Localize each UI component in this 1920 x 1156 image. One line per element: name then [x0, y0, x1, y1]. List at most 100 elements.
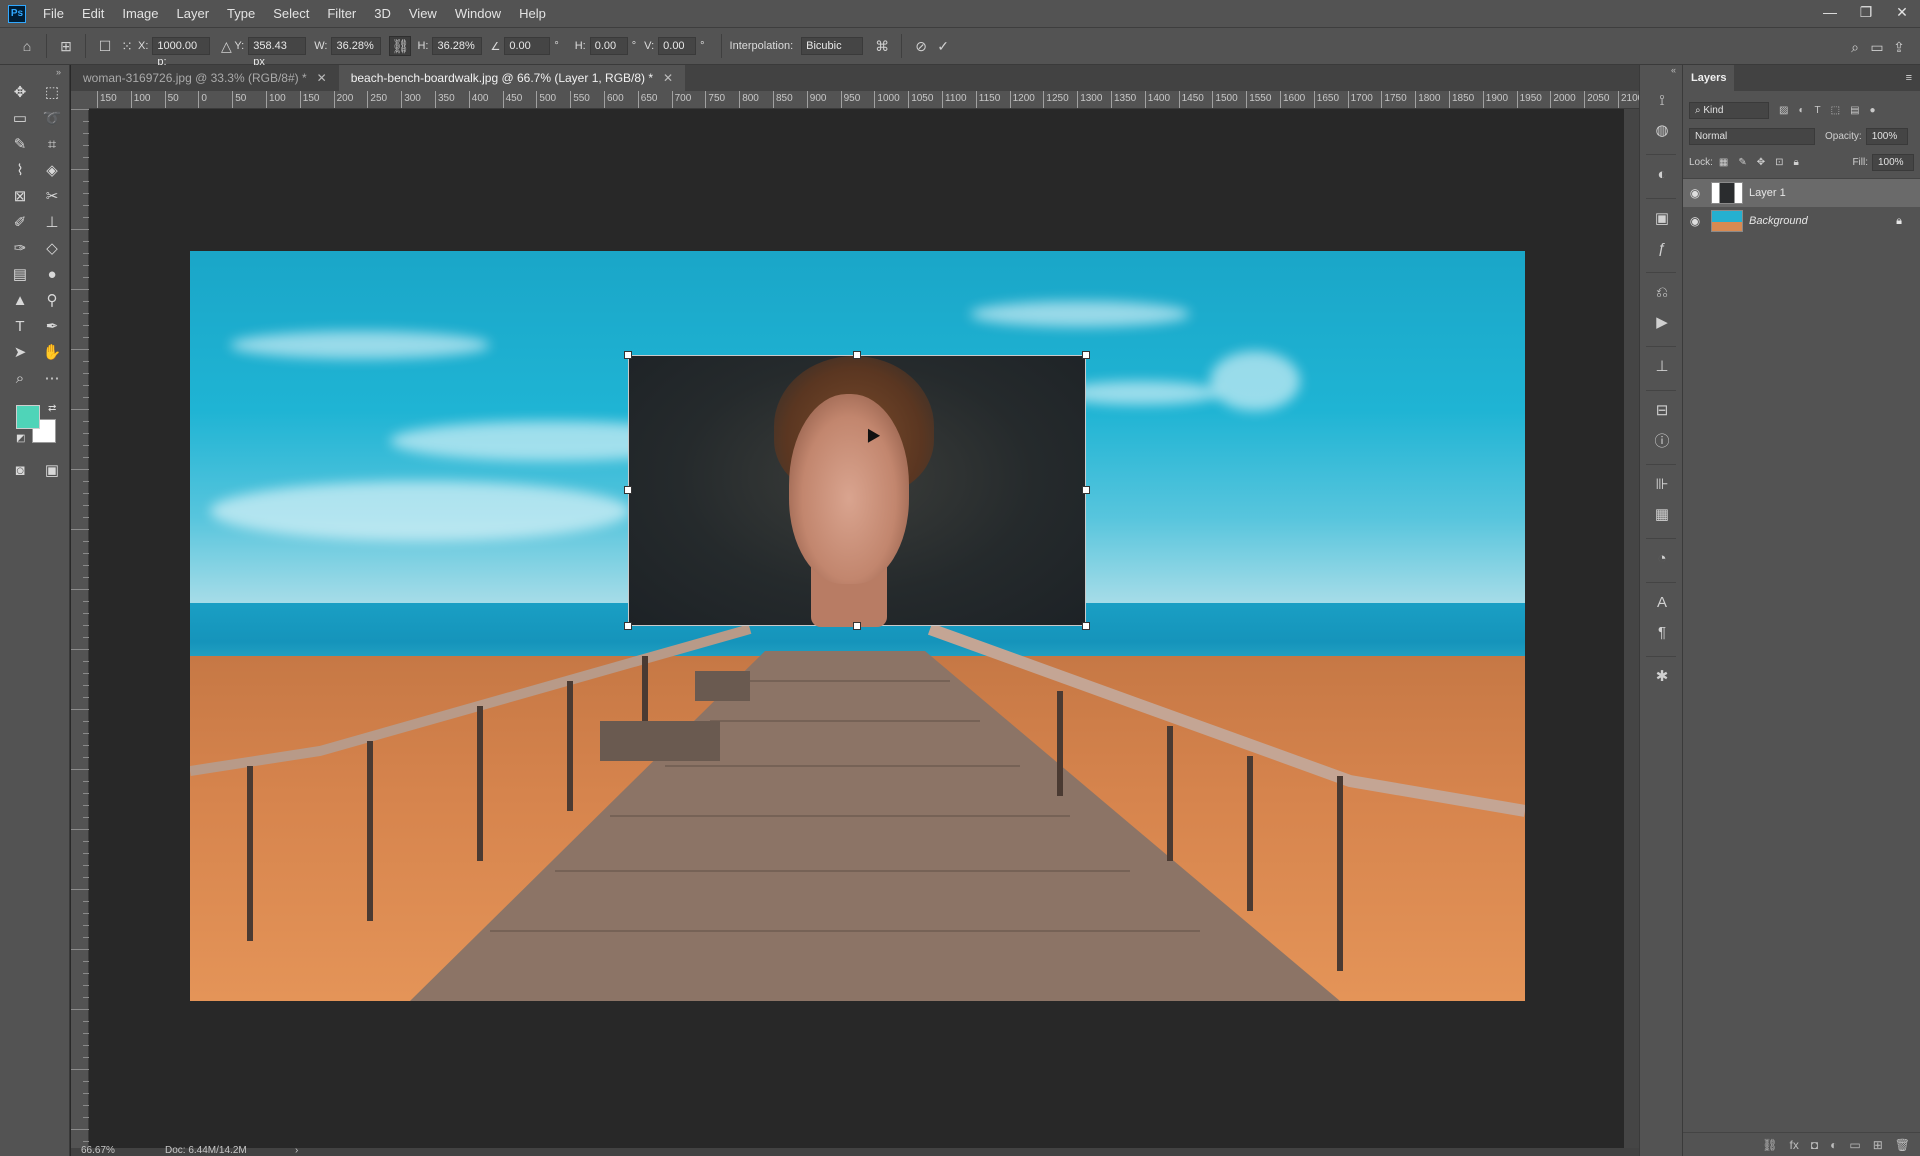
gradient-tool-icon[interactable]: ▤ — [4, 261, 36, 287]
lock-artboard-icon[interactable]: ⊡ — [1775, 157, 1783, 168]
new-adjustment-icon[interactable]: ◐ — [1830, 1138, 1837, 1152]
visibility-eye-icon[interactable]: ◉ — [1683, 214, 1707, 228]
share-icon[interactable]: ⇪ — [1888, 36, 1910, 58]
dodge-tool-icon[interactable]: ▲ — [4, 287, 36, 313]
marquee-tool-icon[interactable]: ⬚ — [36, 79, 68, 105]
measurement-icon[interactable]: ⊪ — [1640, 469, 1684, 499]
warp-mode-icon[interactable]: ⌘ — [871, 35, 893, 57]
layer-row-background[interactable]: ◉ Background 🔒︎ — [1683, 207, 1920, 235]
new-layer-icon[interactable]: ⊞ — [1873, 1138, 1883, 1152]
layer-style-icon[interactable]: fx — [1790, 1138, 1799, 1152]
menu-view[interactable]: View — [400, 0, 446, 27]
menu-edit[interactable]: Edit — [73, 0, 113, 27]
swatches-icon[interactable]: ◔ — [1640, 543, 1684, 573]
layer1-transform-box[interactable] — [628, 355, 1086, 627]
table-icon[interactable]: ▦ — [1640, 499, 1684, 529]
properties-icon[interactable]: ✱ — [1640, 661, 1684, 691]
transform-handle-right[interactable] — [1082, 486, 1090, 494]
quick-mask-icon[interactable]: ◙ — [4, 457, 36, 483]
lock-position-icon[interactable]: ✥ — [1757, 157, 1765, 168]
adjustment-filter-icon[interactable]: ◐ — [1798, 105, 1804, 116]
menu-type[interactable]: Type — [218, 0, 264, 27]
tab-woman[interactable]: woman-3169726.jpg @ 33.3% (RGB/8#) * ✕ — [71, 65, 339, 91]
layer-name[interactable]: Layer 1 — [1749, 187, 1786, 199]
horizontal-ruler[interactable]: 150 100 50 0 50 100 150 200 250 300 350 400 450 500 55… — [89, 91, 1639, 109]
layers-tab[interactable]: Layers — [1683, 65, 1735, 91]
transform-handle-top[interactable] — [853, 351, 861, 359]
shape-filter-icon[interactable]: ⬚ — [1831, 105, 1840, 116]
libraries-icon[interactable]: ▣ — [1640, 203, 1684, 233]
brush-tool-icon[interactable]: ✐ — [4, 209, 36, 235]
link-aspect-ratio-icon[interactable]: ⛓ — [389, 36, 412, 56]
default-colors-icon[interactable]: ◩ — [16, 433, 25, 444]
patch-tool-icon[interactable]: ✂ — [36, 183, 68, 209]
zoom-tool-icon[interactable]: ⌕ — [4, 365, 36, 391]
tab-beach[interactable]: beach-bench-boardwalk.jpg @ 66.7% (Layer… — [338, 65, 686, 91]
menu-help[interactable]: Help — [510, 0, 555, 27]
close-tab-icon[interactable]: ✕ — [663, 65, 673, 91]
blur-tool-icon[interactable]: ● — [36, 261, 68, 287]
menu-select[interactable]: Select — [264, 0, 318, 27]
opacity-input[interactable]: 100% — [1865, 127, 1908, 145]
collapse-dock-icon[interactable]: « — [1640, 65, 1682, 85]
history-brush-icon[interactable]: ✑ — [4, 235, 36, 261]
path-select-icon[interactable]: ➤ — [4, 339, 36, 365]
panel-menu-icon[interactable]: ≡ — [1906, 72, 1912, 84]
link-layers-icon[interactable]: ⛓ — [1762, 1138, 1777, 1152]
transform-handle-bottom-right[interactable] — [1082, 622, 1090, 630]
actions-icon[interactable]: ▶ — [1640, 307, 1684, 337]
add-mask-icon[interactable]: ◘ — [1811, 1138, 1818, 1152]
color-icon[interactable]: ◍ — [1640, 115, 1684, 145]
move-tool-icon[interactable]: ✥ — [4, 79, 36, 105]
height-input[interactable]: 36.28% — [432, 37, 483, 55]
zoom-level[interactable]: 66.67% — [81, 1145, 115, 1156]
hskew-input[interactable]: 0.00 — [589, 37, 628, 55]
filter-toggle-icon[interactable]: ● — [1870, 105, 1876, 116]
kind-filter-select[interactable]: ⌕ Kind — [1689, 101, 1769, 119]
search-icon[interactable]: ⌕ — [1844, 36, 1866, 58]
eyedropper-tool-icon[interactable]: ⌇ — [4, 157, 36, 183]
workspace-icon[interactable]: ▭ — [1866, 36, 1888, 58]
status-menu-arrow[interactable]: › — [295, 1145, 298, 1156]
more-tools-icon[interactable]: ⋯ — [36, 365, 68, 391]
foreground-color-swatch[interactable] — [16, 405, 40, 429]
clone-stamp-icon[interactable]: ⊥ — [36, 209, 68, 235]
cancel-transform-icon[interactable]: ⊘ — [910, 35, 932, 57]
x-input[interactable]: 1000.00 p: — [152, 37, 211, 68]
frame-tool-icon[interactable]: ⊠ — [4, 183, 36, 209]
hand-tool-icon[interactable]: ✋ — [36, 339, 68, 365]
type-tool-icon[interactable]: T — [4, 313, 36, 339]
paths-icon[interactable]: ⟟ — [1640, 85, 1684, 115]
menu-filter[interactable]: Filter — [318, 0, 365, 27]
y-input[interactable]: 358.43 px — [248, 37, 307, 68]
smart-object-filter-icon[interactable]: ▤ — [1850, 105, 1859, 116]
styles-icon[interactable]: ƒ — [1640, 233, 1684, 263]
vskew-input[interactable]: 0.00 — [658, 37, 697, 55]
quick-select-tool-icon[interactable]: ✎ — [4, 131, 36, 157]
lock-transparency-icon[interactable]: ▦ — [1719, 157, 1728, 168]
angle-input[interactable]: 0.00 — [504, 37, 551, 55]
interpolation-select[interactable]: Bicubic — [801, 37, 864, 55]
character-icon[interactable]: A — [1640, 587, 1684, 617]
new-group-icon[interactable]: ▭ — [1849, 1138, 1860, 1152]
reference-point-grid-icon[interactable]: ⁙ — [116, 35, 138, 57]
transform-handle-top-right[interactable] — [1082, 351, 1090, 359]
paragraph-icon[interactable]: ¶ — [1640, 617, 1684, 647]
sponge-tool-icon[interactable]: ⚲ — [36, 287, 68, 313]
restore-button[interactable]: ❐ — [1848, 0, 1884, 27]
paint-bucket-icon[interactable]: ◈ — [36, 157, 68, 183]
menu-window[interactable]: Window — [446, 0, 510, 27]
screen-mode-icon[interactable]: ▣ — [36, 457, 68, 483]
collapse-tools-icon[interactable]: » — [0, 65, 69, 79]
rect-marquee-icon[interactable]: ▭ — [4, 105, 36, 131]
menu-3d[interactable]: 3D — [365, 0, 400, 27]
reference-point-toggle-icon[interactable]: ☐ — [94, 35, 116, 57]
info-icon[interactable]: ⓘ — [1640, 425, 1684, 455]
adjustments-icon[interactable]: ◐ — [1640, 159, 1684, 189]
vertical-ruler[interactable] — [71, 109, 89, 1148]
vertical-scrollbar[interactable] — [1624, 109, 1639, 1148]
transform-handle-bottom[interactable] — [853, 622, 861, 630]
fill-input[interactable]: 100% — [1872, 153, 1914, 171]
pen-tool-icon[interactable]: ✒ — [36, 313, 68, 339]
menu-image[interactable]: Image — [113, 0, 167, 27]
